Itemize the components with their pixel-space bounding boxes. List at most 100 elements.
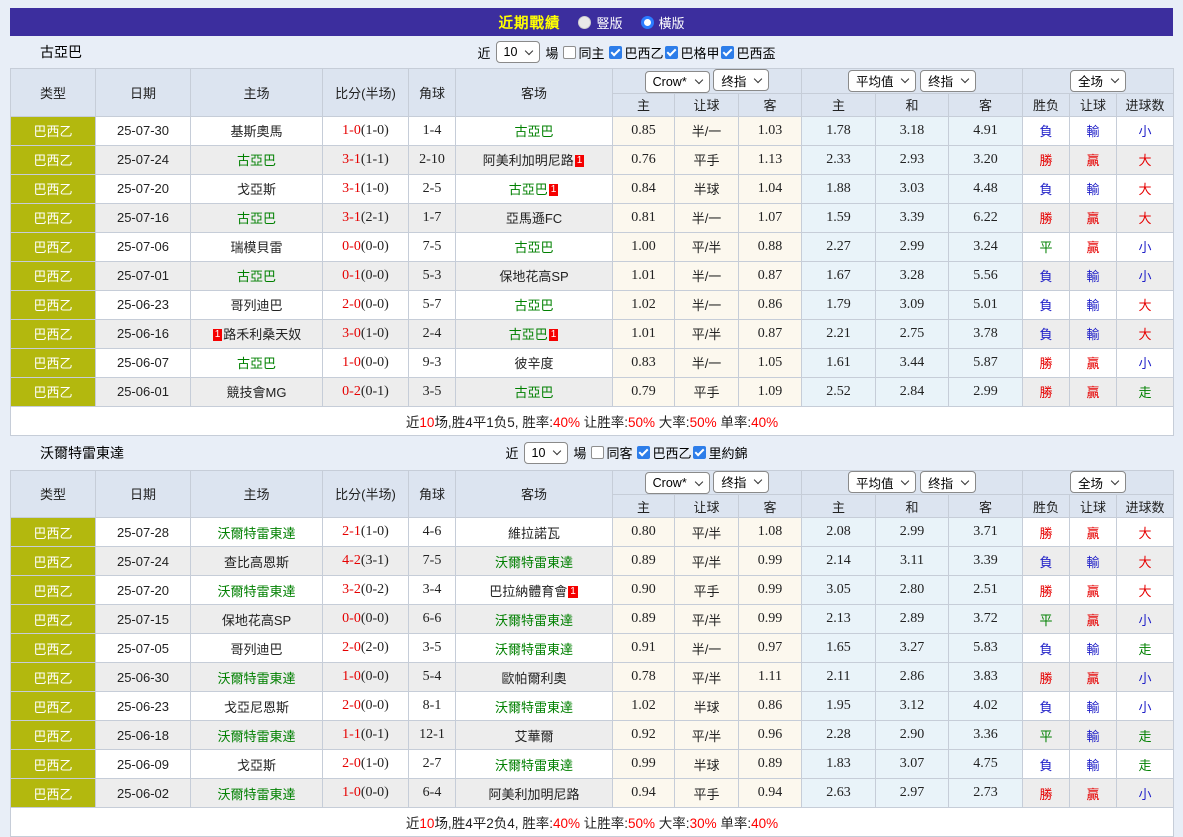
team-name: 沃爾特雷東達 bbox=[217, 671, 295, 686]
corner-cell: 6-4 bbox=[409, 779, 456, 808]
checkbox-icon[interactable] bbox=[591, 446, 604, 459]
same-venue-filter[interactable]: 同客 bbox=[591, 443, 632, 462]
handicap-cell: 平/半 bbox=[675, 518, 739, 547]
score-cell: 3-2(0-2) bbox=[323, 576, 409, 605]
full-time-score: 3-2 bbox=[342, 582, 361, 597]
goals-result-cell: 小 bbox=[1117, 663, 1174, 692]
away-team-cell: 古亞巴 bbox=[456, 377, 613, 406]
league-filter[interactable]: 里約錦 bbox=[693, 443, 747, 462]
avg-home-cell: 2.63 bbox=[802, 779, 876, 808]
league-cell: 巴西乙 bbox=[11, 261, 96, 290]
corner-cell: 3-4 bbox=[409, 576, 456, 605]
checkbox-icon[interactable] bbox=[563, 46, 576, 59]
handicap-result-cell: 贏 bbox=[1070, 605, 1117, 634]
final-odds-select[interactable]: 终指 bbox=[713, 471, 769, 493]
match-count-select[interactable]: 10 bbox=[524, 442, 569, 464]
layout-radio-vertical[interactable]: 豎版 bbox=[578, 13, 622, 32]
league-filter[interactable]: 巴西盃 bbox=[721, 43, 775, 62]
avg-home-cell: 2.21 bbox=[802, 319, 876, 348]
checkbox-checked-icon[interactable] bbox=[609, 46, 622, 59]
final-odds-select2[interactable]: 终指 bbox=[920, 471, 976, 493]
avg-away-cell: 5.83 bbox=[949, 634, 1023, 663]
result-cell: 負 bbox=[1023, 547, 1070, 576]
avg-home-cell: 1.67 bbox=[802, 261, 876, 290]
away-team-cell: 沃爾特雷東達 bbox=[456, 692, 613, 721]
same-venue-filter[interactable]: 同主 bbox=[563, 43, 604, 62]
result-cell: 勝 bbox=[1023, 145, 1070, 174]
sub-header-avg-home: 主 bbox=[802, 93, 876, 116]
match-row: 巴西乙25-07-24古亞巴3-1(1-1)2-10阿美利加明尼路10.76平手… bbox=[11, 145, 1174, 174]
league-label: 巴西盃 bbox=[736, 43, 775, 62]
period-select-group: 全场 bbox=[1023, 69, 1174, 94]
away-team-cell: 古亞巴 bbox=[456, 116, 613, 145]
chevron-down-icon bbox=[525, 46, 533, 54]
radio-label: 豎版 bbox=[596, 13, 622, 32]
checkbox-checked-icon[interactable] bbox=[665, 46, 678, 59]
final-odds-select2[interactable]: 终指 bbox=[920, 70, 976, 92]
team-name: 哥列迪巴 bbox=[230, 642, 282, 657]
home-team-cell: 保地花高SP bbox=[191, 605, 323, 634]
avg-away-cell: 5.87 bbox=[949, 348, 1023, 377]
layout-radio-horizontal[interactable]: 橫版 bbox=[641, 13, 685, 32]
away-team-cell: 阿美利加明尼路1 bbox=[456, 145, 613, 174]
average-select[interactable]: 平均值 bbox=[848, 70, 917, 92]
full-time-score: 4-2 bbox=[342, 553, 361, 568]
checkbox-checked-icon[interactable] bbox=[637, 446, 650, 459]
result-cell: 負 bbox=[1023, 290, 1070, 319]
odds-home-cell: 0.91 bbox=[613, 634, 675, 663]
date-cell: 25-07-05 bbox=[96, 634, 191, 663]
team-name: 古亞巴 bbox=[514, 298, 553, 313]
score-cell: 0-1(0-0) bbox=[323, 261, 409, 290]
full-time-score: 3-1 bbox=[342, 152, 361, 167]
sub-header-goals: 进球数 bbox=[1117, 495, 1174, 518]
team-name: 沃爾特雷東達 bbox=[495, 700, 573, 715]
bookmaker-select[interactable]: Crow* bbox=[645, 472, 710, 494]
team-name: 保地花高SP bbox=[222, 613, 291, 628]
checkbox-checked-icon[interactable] bbox=[721, 46, 734, 59]
home-team-cell: 瑞模貝雷 bbox=[191, 232, 323, 261]
league-filter[interactable]: 巴西乙 bbox=[609, 43, 663, 62]
col-header-score: 比分(半场) bbox=[323, 69, 409, 117]
avg-away-cell: 3.71 bbox=[949, 518, 1023, 547]
match-count-select[interactable]: 10 bbox=[496, 41, 541, 63]
result-cell: 勝 bbox=[1023, 779, 1070, 808]
bookmaker-select[interactable]: Crow* bbox=[645, 71, 710, 93]
odds-away-cell: 0.99 bbox=[739, 576, 802, 605]
corner-cell: 3-5 bbox=[409, 634, 456, 663]
avg-home-cell: 2.13 bbox=[802, 605, 876, 634]
match-row: 巴西乙25-07-20沃爾特雷東達3-2(0-2)3-4巴拉納體育會10.90平… bbox=[11, 576, 1174, 605]
full-time-score: 2-0 bbox=[342, 756, 361, 771]
date-cell: 25-06-01 bbox=[96, 377, 191, 406]
home-team-cell: 古亞巴 bbox=[191, 261, 323, 290]
summary-text: 单率: bbox=[717, 816, 752, 831]
handicap-result-cell: 輸 bbox=[1070, 634, 1117, 663]
corner-cell: 5-3 bbox=[409, 261, 456, 290]
odds-away-cell: 1.03 bbox=[739, 116, 802, 145]
league-filter[interactable]: 巴西乙 bbox=[637, 443, 691, 462]
summary-text: 大率: bbox=[655, 415, 690, 430]
league-cell: 巴西乙 bbox=[11, 576, 96, 605]
half-time-score: (1-0) bbox=[361, 326, 389, 341]
match-row: 巴西乙25-07-05哥列迪巴2-0(2-0)3-5沃爾特雷東達0.91半/一0… bbox=[11, 634, 1174, 663]
half-time-score: (0-0) bbox=[361, 268, 389, 283]
avg-home-cell: 2.14 bbox=[802, 547, 876, 576]
full-match-select[interactable]: 全场 bbox=[1070, 70, 1126, 92]
radio-selected-icon[interactable] bbox=[641, 16, 654, 29]
odds-home-cell: 0.80 bbox=[613, 518, 675, 547]
league-cell: 巴西乙 bbox=[11, 145, 96, 174]
handicap-cell: 半球 bbox=[675, 750, 739, 779]
avg-away-cell: 2.99 bbox=[949, 377, 1023, 406]
away-team-cell: 古亞巴 bbox=[456, 232, 613, 261]
score-cell: 1-0(0-0) bbox=[323, 663, 409, 692]
col-header-corner: 角球 bbox=[409, 69, 456, 117]
average-select[interactable]: 平均值 bbox=[848, 471, 917, 493]
home-team-cell: 古亞巴 bbox=[191, 203, 323, 232]
radio-icon[interactable] bbox=[578, 16, 591, 29]
filter-controls: 近 10 場 同主 巴西乙巴格甲巴西盃 bbox=[408, 41, 776, 63]
checkbox-checked-icon[interactable] bbox=[693, 446, 706, 459]
league-cell: 巴西乙 bbox=[11, 663, 96, 692]
full-match-select[interactable]: 全场 bbox=[1070, 471, 1126, 493]
final-odds-select[interactable]: 终指 bbox=[713, 69, 769, 91]
league-filter[interactable]: 巴格甲 bbox=[665, 43, 719, 62]
avg-away-cell: 3.24 bbox=[949, 232, 1023, 261]
